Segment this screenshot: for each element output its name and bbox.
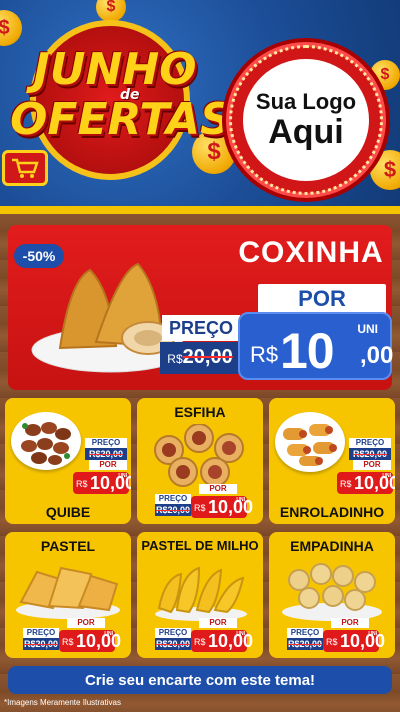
new-price: R$ 10,00 UNI bbox=[323, 630, 385, 652]
old-price: R$20,00 bbox=[287, 638, 323, 650]
old-currency: R$ bbox=[167, 352, 183, 366]
preco-label: PREÇO bbox=[155, 628, 191, 638]
preco-label: PREÇO bbox=[287, 628, 323, 638]
pastel-de-milho-image bbox=[155, 566, 247, 621]
por-label: POR bbox=[89, 460, 127, 470]
new-price: R$ 10,00 UNI bbox=[73, 472, 131, 494]
por-label: POR bbox=[199, 484, 237, 494]
unit-label: UNI bbox=[236, 497, 245, 503]
product-name: ENROLADINHO bbox=[279, 504, 385, 520]
old-price: R$20,00 bbox=[85, 448, 127, 460]
quibe-image bbox=[21, 422, 71, 465]
old-price-block: PREÇO R$20,00 bbox=[349, 438, 391, 460]
unit-label: UNI bbox=[104, 631, 113, 637]
preco-label: PREÇO bbox=[349, 438, 391, 448]
new-price-value: 10,00 bbox=[76, 631, 122, 651]
new-price: R$ 10,00 UNI bbox=[191, 496, 253, 518]
por-label: POR bbox=[199, 618, 237, 628]
old-price-block: PREÇO R$20,00 bbox=[23, 628, 59, 650]
new-currency: R$ bbox=[326, 637, 338, 647]
new-currency: R$ bbox=[340, 479, 352, 489]
new-currency: R$ bbox=[194, 503, 206, 513]
old-price-value: 20,00 bbox=[182, 346, 233, 368]
product-name: PASTEL bbox=[40, 538, 96, 554]
old-price: R$20,00 bbox=[155, 638, 191, 650]
logo-placeholder: Sua Logo Aqui bbox=[226, 42, 386, 198]
new-price: R$ 10,00 UNI bbox=[191, 630, 253, 652]
product-card-enroladinho: PREÇO R$20,00 POR R$ 10,00 UNI ENROLADIN… bbox=[269, 398, 395, 524]
preco-label: PREÇO bbox=[162, 315, 240, 341]
shopping-cart-icon bbox=[2, 150, 48, 186]
unit-label: UNI bbox=[357, 322, 378, 336]
page-title: JUNHO de OFERTAS bbox=[10, 44, 232, 145]
preco-label: PREÇO bbox=[23, 628, 59, 638]
old-price-block: PREÇO R$20,00 bbox=[155, 628, 191, 650]
preco-label: PREÇO bbox=[85, 438, 127, 448]
old-price-value: R$20,00 bbox=[88, 449, 124, 459]
old-price: R$20,00 bbox=[155, 504, 191, 516]
esfiha-image bbox=[154, 424, 244, 487]
coin-icon: $ bbox=[0, 10, 22, 46]
new-price: R$ 10,00 UNI bbox=[337, 472, 395, 494]
old-price: R$ 20,00 bbox=[160, 342, 240, 374]
new-currency: R$ bbox=[250, 342, 279, 367]
old-price-block: PREÇO R$20,00 bbox=[155, 494, 191, 516]
new-price-cents: ,00 bbox=[360, 342, 394, 369]
title-line2: OFERTAS bbox=[10, 94, 232, 145]
old-price: R$20,00 bbox=[349, 448, 391, 460]
new-currency: R$ bbox=[194, 637, 206, 647]
por-label: POR bbox=[67, 618, 105, 628]
old-price-value: R$20,00 bbox=[155, 639, 191, 649]
product-card-empadinha: EMPADINHA PREÇO R$20,00 POR R$ 10,00 UNI bbox=[269, 532, 395, 658]
hero-product-name: COXINHA bbox=[238, 236, 384, 269]
old-price-value: R$20,00 bbox=[23, 639, 59, 649]
por-label: POR bbox=[353, 460, 391, 470]
coin-icon: $ bbox=[96, 0, 126, 22]
por-label: POR bbox=[258, 284, 386, 314]
por-label: POR bbox=[331, 618, 369, 628]
old-price-block: PREÇO R$20,00 bbox=[287, 628, 323, 650]
new-price-value: 10,00 bbox=[340, 631, 386, 651]
create-flyer-button[interactable]: Crie seu encarte com este tema! bbox=[8, 666, 392, 694]
pastel-image bbox=[16, 566, 120, 619]
new-price-value: 10,00 bbox=[208, 497, 254, 517]
old-price-block: PREÇO R$20,00 bbox=[85, 438, 127, 460]
old-price-value: R$20,00 bbox=[155, 505, 191, 515]
old-price-value: R$20,00 bbox=[287, 639, 323, 649]
unit-label: UNI bbox=[118, 473, 127, 479]
new-price: UNI R$ 10 ,00 bbox=[238, 312, 394, 380]
new-price-value: 10,00 bbox=[208, 631, 254, 651]
product-name: EMPADINHA bbox=[290, 538, 374, 554]
unit-label: UNI bbox=[368, 631, 377, 637]
logo-text-line1: Sua Logo bbox=[255, 89, 357, 115]
product-name: ESFIHA bbox=[174, 404, 226, 420]
product-card-pastel-de-milho: PASTEL DE MILHO PREÇO R$20,00 POR R$ 10,… bbox=[137, 532, 263, 658]
product-card-esfiha: ESFIHA PREÇO R$20,00 POR R$ 10,00 UNI bbox=[137, 398, 263, 524]
new-currency: R$ bbox=[62, 637, 74, 647]
logo-text-line2: Aqui bbox=[268, 113, 344, 152]
preco-label: PREÇO bbox=[155, 494, 191, 504]
old-price: R$20,00 bbox=[23, 638, 59, 650]
product-name: PASTEL DE MILHO bbox=[141, 538, 259, 553]
logo-circle: Sua Logo Aqui bbox=[243, 59, 369, 181]
product-name: QUIBE bbox=[45, 504, 91, 520]
unit-label: UNI bbox=[236, 631, 245, 637]
new-currency: R$ bbox=[76, 479, 88, 489]
title-line1: JUNHO bbox=[33, 44, 197, 95]
new-price-int: 10 bbox=[280, 323, 335, 379]
new-price: R$ 10,00 UNI bbox=[59, 630, 121, 652]
old-price-value: R$20,00 bbox=[352, 449, 388, 459]
header-banner: $ $ $ $ $ JUNHO de OFERTAS Sua Logo Aqui bbox=[0, 0, 400, 214]
empadinha-image bbox=[282, 563, 382, 621]
product-card-quibe: PREÇO R$20,00 POR R$ 10,00 UNI QUIBE bbox=[5, 398, 131, 524]
unit-label: UNI bbox=[382, 473, 391, 479]
discount-badge: -50% bbox=[14, 244, 64, 268]
enroladinho-image bbox=[283, 424, 337, 466]
disclaimer-text: *Imagens Meramente Ilustrativas bbox=[4, 698, 121, 707]
product-card-pastel: PASTEL PREÇO R$20,00 POR R$ 10,00 UNI bbox=[5, 532, 131, 658]
